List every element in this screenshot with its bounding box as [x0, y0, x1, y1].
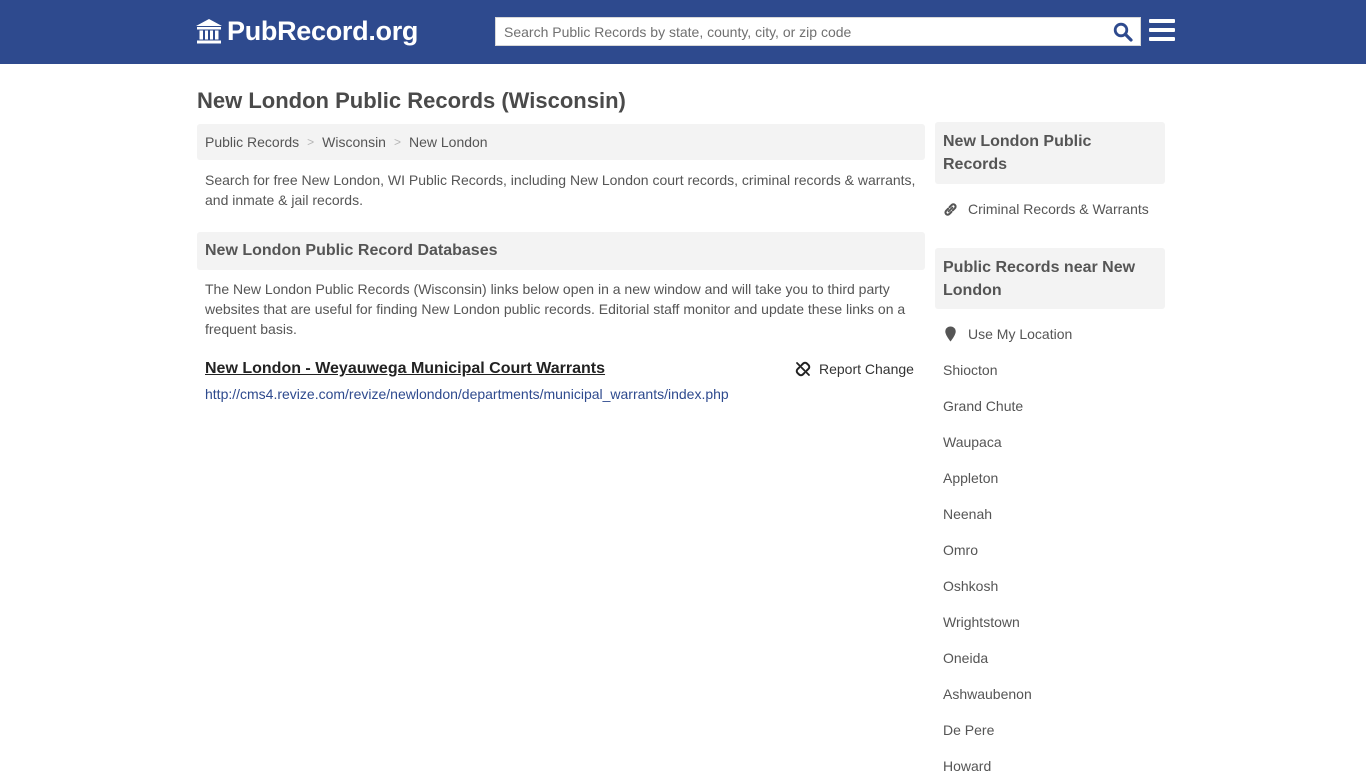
broken-link-icon — [795, 361, 811, 377]
site-logo[interactable]: PubRecord.org — [195, 16, 418, 47]
hamburger-icon-bar — [1149, 28, 1175, 32]
nearby-city-link[interactable]: Shiocton — [943, 362, 997, 378]
use-my-location-label: Use My Location — [968, 326, 1073, 342]
databases-heading: New London Public Record Databases — [197, 232, 925, 270]
logo-text: PubRecord.org — [227, 16, 419, 46]
nearby-city-link[interactable]: Grand Chute — [943, 398, 1023, 414]
nearby-city-link[interactable]: Omro — [943, 542, 978, 558]
report-change-button[interactable]: Report Change — [795, 361, 914, 377]
breadcrumb-separator: > — [307, 135, 315, 149]
nearby-city-link[interactable]: Ashwaubenon — [943, 686, 1032, 702]
report-change-label: Report Change — [819, 361, 914, 377]
top-navbar: PubRecord.org — [0, 0, 1366, 64]
intro-text: Search for free New London, WI Public Re… — [205, 172, 916, 208]
link-icon — [944, 202, 957, 216]
search-box — [495, 17, 1141, 46]
nearby-city-link[interactable]: Howard — [943, 758, 991, 774]
databases-description: The New London Public Records (Wisconsin… — [205, 281, 906, 337]
nearby-city-link[interactable]: Oneida — [943, 650, 988, 666]
use-my-location-link[interactable]: Use My Location — [943, 326, 1072, 342]
map-marker-icon — [945, 326, 956, 342]
nearby-city-link[interactable]: Wrightstown — [943, 614, 1020, 630]
sidebar-link-label: Criminal Records & Warrants — [968, 201, 1149, 217]
breadcrumb-separator: > — [393, 135, 401, 149]
hamburger-icon-bar — [1149, 19, 1175, 23]
record-title-link[interactable]: New London - Weyauwega Municipal Court W… — [205, 360, 605, 378]
sidebar-heading-nearby: Public Records near New London — [935, 248, 1165, 309]
sidebar-heading-public-records: New London Public Records — [935, 122, 1165, 184]
search-input[interactable] — [496, 18, 1106, 45]
nearby-city-link[interactable]: Oshkosh — [943, 578, 998, 594]
breadcrumb: Public Records > Wisconsin > New London — [197, 124, 925, 160]
courthouse-icon — [195, 18, 223, 46]
hamburger-menu-button[interactable] — [1149, 19, 1175, 43]
search-button[interactable] — [1110, 20, 1136, 44]
nearby-city-link[interactable]: Neenah — [943, 506, 992, 522]
nearby-city-link[interactable]: De Pere — [943, 722, 994, 738]
breadcrumb-public-records[interactable]: Public Records — [205, 134, 299, 150]
search-icon — [1113, 22, 1133, 42]
sidebar-link-criminal-records[interactable]: Criminal Records & Warrants — [943, 201, 1149, 217]
record-url-link[interactable]: http://cms4.revize.com/revize/newlondon/… — [205, 386, 729, 402]
nearby-city-link[interactable]: Appleton — [943, 470, 998, 486]
page-title: New London Public Records (Wisconsin) — [197, 88, 626, 113]
hamburger-icon-bar — [1149, 37, 1175, 41]
breadcrumb-new-london[interactable]: New London — [409, 134, 488, 150]
breadcrumb-wisconsin[interactable]: Wisconsin — [322, 134, 386, 150]
nearby-city-link[interactable]: Waupaca — [943, 434, 1002, 450]
